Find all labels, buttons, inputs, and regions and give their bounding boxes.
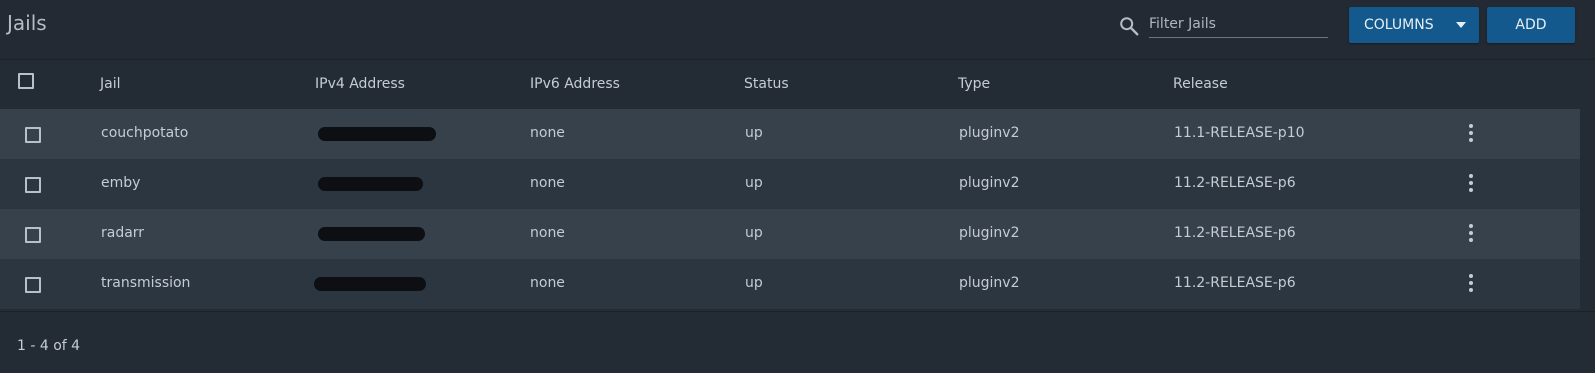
row-checkbox[interactable]: [25, 277, 41, 293]
column-header-type[interactable]: Type: [958, 76, 990, 92]
redaction-mark: [314, 277, 426, 291]
type: pluginv2: [959, 275, 1020, 291]
status: up: [745, 225, 763, 241]
jail-name: transmission: [101, 275, 191, 291]
row-checkbox[interactable]: [25, 227, 41, 243]
row-checkbox[interactable]: [25, 127, 41, 143]
row-checkbox[interactable]: [25, 177, 41, 193]
type: pluginv2: [959, 225, 1020, 241]
redaction-mark: [318, 177, 423, 191]
redaction-mark: [318, 127, 436, 141]
search-icon: [1120, 17, 1139, 36]
table-row[interactable]: radarr none up pluginv2 11.2-RELEASE-p6: [0, 209, 1580, 259]
release: 11.2-RELEASE-p6: [1174, 225, 1296, 241]
redaction-mark: [318, 227, 425, 241]
type: pluginv2: [959, 125, 1020, 141]
status: up: [745, 125, 763, 141]
ipv6-address: none: [530, 275, 565, 291]
column-header-ipv4[interactable]: IPv4 Address: [315, 76, 405, 92]
column-header-jail[interactable]: Jail: [100, 76, 121, 92]
scrollbar-track[interactable]: [1580, 60, 1595, 310]
table-header: Jail IPv4 Address IPv6 Address Status Ty…: [0, 60, 1595, 109]
table-footer: 1 - 4 of 4: [0, 311, 1595, 373]
add-button-label: ADD: [1515, 17, 1547, 33]
release: 11.1-RELEASE-p10: [1174, 125, 1305, 141]
status: up: [745, 175, 763, 191]
page-title: Jails: [7, 11, 47, 35]
column-header-release[interactable]: Release: [1173, 76, 1228, 92]
release: 11.2-RELEASE-p6: [1174, 275, 1296, 291]
jails-table: Jail IPv4 Address IPv6 Address Status Ty…: [0, 60, 1595, 309]
jail-name: couchpotato: [101, 125, 189, 141]
status: up: [745, 275, 763, 291]
more-vert-icon[interactable]: [1468, 274, 1474, 294]
columns-button-label: COLUMNS: [1364, 17, 1434, 33]
column-header-status[interactable]: Status: [744, 76, 789, 92]
more-vert-icon[interactable]: [1468, 224, 1474, 244]
more-vert-icon[interactable]: [1468, 174, 1474, 194]
table-row[interactable]: transmission none up pluginv2 11.2-RELEA…: [0, 259, 1580, 309]
caret-down-icon: [1456, 22, 1466, 28]
table-row[interactable]: couchpotato none up pluginv2 11.1-RELEAS…: [0, 109, 1580, 159]
columns-button[interactable]: COLUMNS: [1349, 7, 1479, 43]
pagination-range: 1 - 4 of 4: [17, 338, 81, 354]
release: 11.2-RELEASE-p6: [1174, 175, 1296, 191]
jail-name: emby: [101, 175, 141, 191]
toolbar: Jails COLUMNS ADD: [0, 0, 1595, 60]
column-header-ipv6[interactable]: IPv6 Address: [530, 76, 620, 92]
more-vert-icon[interactable]: [1468, 124, 1474, 144]
filter-jails-input[interactable]: [1149, 11, 1328, 38]
ipv6-address: none: [530, 125, 565, 141]
jail-name: radarr: [101, 225, 145, 241]
type: pluginv2: [959, 175, 1020, 191]
add-button[interactable]: ADD: [1487, 7, 1575, 43]
ipv6-address: none: [530, 175, 565, 191]
ipv6-address: none: [530, 225, 565, 241]
select-all-checkbox[interactable]: [18, 73, 34, 89]
table-row[interactable]: emby none up pluginv2 11.2-RELEASE-p6: [0, 159, 1580, 209]
